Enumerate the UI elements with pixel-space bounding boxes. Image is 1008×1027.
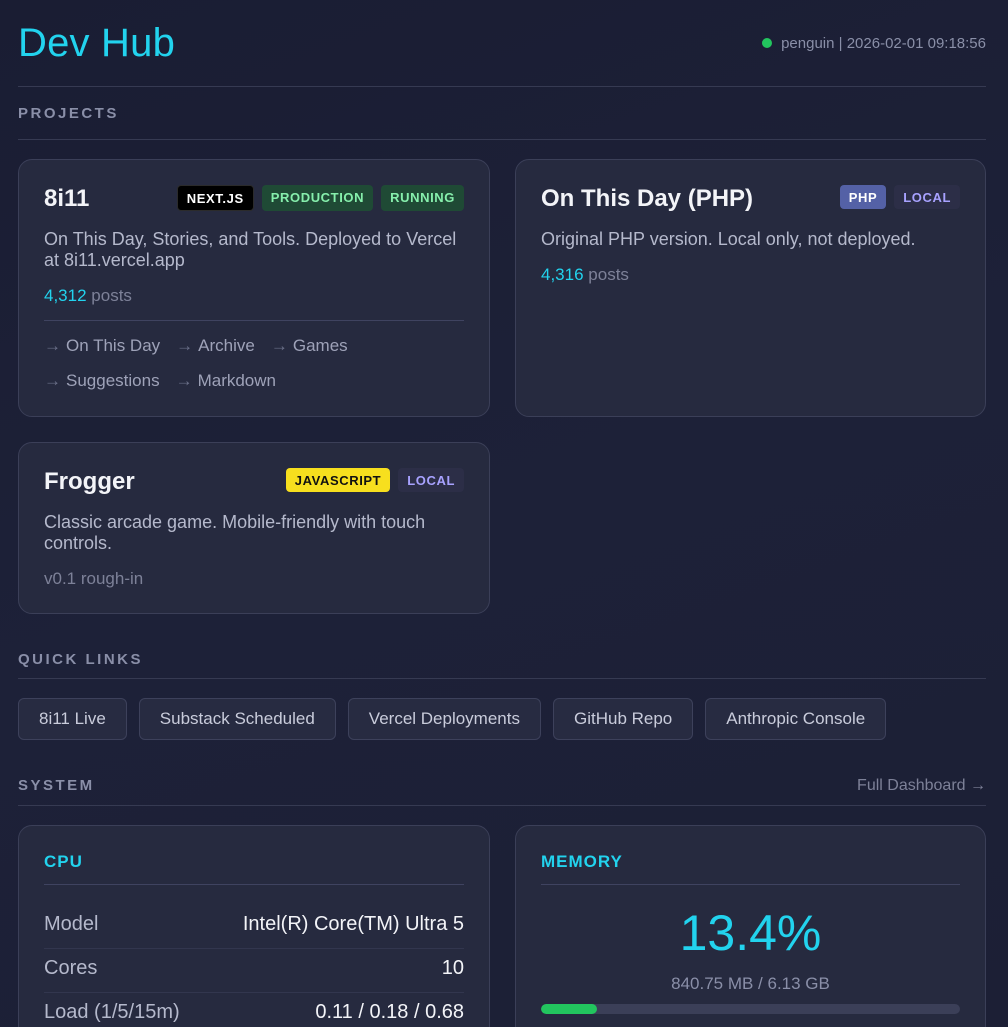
arrow-right-icon: →: [44, 371, 61, 390]
kv-value: Intel(R) Core(TM) Ultra 5: [242, 913, 464, 935]
cpu-card: CPU Model Intel(R) Core(TM) Ultra 5 Core…: [18, 825, 490, 1027]
link-on-this-day[interactable]: → On This Day: [44, 336, 160, 356]
project-links-row-1: → On This Day → Archive → Games: [44, 336, 348, 356]
badge-javascript: JAVASCRIPT: [285, 468, 391, 492]
quick-links-section-title: QUICK LINKS: [18, 650, 143, 668]
projects-section-head: PROJECTS: [18, 87, 986, 140]
kv-label: Cores: [44, 957, 98, 979]
project-title: 8i11: [44, 185, 90, 212]
arrow-right-icon: →: [270, 336, 288, 355]
quick-links-section-head: QUICK LINKS: [18, 640, 986, 679]
card-divider: [541, 884, 960, 885]
arrow-right-icon: →: [175, 371, 193, 390]
kv-value: 10: [441, 957, 464, 979]
project-badges: PHP LOCAL: [839, 185, 960, 209]
cpu-row-load: Load (1/5/15m) 0.11 / 0.18 / 0.68: [44, 1001, 464, 1027]
header: Dev Hub penguin | 2026-02-01 09:18:56: [18, 0, 986, 87]
cpu-row-cores: Cores 10: [44, 957, 464, 993]
badge-nextjs: NEXT.JS: [176, 185, 254, 211]
project-version: v0.1 rough-in: [44, 569, 144, 588]
quick-link-github-repo[interactable]: GitHub Repo: [552, 698, 694, 740]
project-posts: 4,312 posts: [44, 286, 132, 306]
arrow-right-icon: →: [44, 336, 61, 355]
project-title: On This Day (PHP): [541, 185, 754, 212]
system-section-title: SYSTEM: [18, 777, 95, 794]
link-archive[interactable]: → Archive: [176, 336, 255, 356]
kv-label: Model: [44, 913, 99, 935]
posts-count: 4,312: [44, 286, 87, 305]
card-divider: [44, 320, 464, 321]
page-title: Dev Hub: [18, 20, 176, 65]
quick-link-8i11-live[interactable]: 8i11 Live: [18, 698, 127, 740]
posts-label: posts: [91, 286, 132, 305]
project-description: Original PHP version. Local only, not de…: [541, 229, 916, 249]
link-suggestions[interactable]: → Suggestions: [44, 371, 160, 391]
project-description: On This Day, Stories, and Tools. Deploye…: [44, 229, 457, 270]
memory-percent: 13.4%: [679, 905, 822, 961]
badge-running: RUNNING: [381, 185, 464, 211]
posts-count: 4,316: [541, 265, 584, 284]
status-indicator: penguin | 2026-02-01 09:18:56: [762, 35, 986, 52]
link-markdown[interactable]: → Markdown: [176, 371, 276, 391]
project-description: Classic arcade game. Mobile-friendly wit…: [44, 512, 426, 553]
badge-local: LOCAL: [398, 468, 464, 492]
project-posts: 4,316 posts: [541, 265, 629, 285]
kv-value: 0.11 / 0.18 / 0.68: [315, 1001, 464, 1023]
link-games[interactable]: → Games: [271, 336, 348, 356]
project-card-on-this-day-php: On This Day (PHP) PHP LOCAL Original PHP…: [515, 159, 986, 417]
kv-label: Load (1/5/15m): [44, 1001, 180, 1023]
card-divider: [44, 884, 464, 885]
memory-card: MEMORY 13.4% 840.75 MB / 6.13 GB: [515, 825, 986, 1027]
arrow-right-icon: →: [176, 336, 194, 355]
online-dot-icon: [762, 38, 773, 48]
memory-usage-bar: [541, 1004, 960, 1014]
project-links-row-2: → Suggestions → Markdown: [44, 371, 276, 391]
badge-local: LOCAL: [894, 185, 960, 209]
project-badges: JAVASCRIPT LOCAL: [285, 468, 464, 492]
cpu-title: CPU: [44, 852, 83, 871]
badge-production: PRODUCTION: [261, 185, 374, 211]
project-badges: NEXT.JS PRODUCTION RUNNING: [176, 185, 464, 211]
quick-link-anthropic-console[interactable]: Anthropic Console: [705, 698, 887, 740]
project-title: Frogger: [44, 468, 135, 495]
quick-link-substack-scheduled[interactable]: Substack Scheduled: [138, 698, 336, 740]
memory-usage: 840.75 MB / 6.13 GB: [671, 974, 830, 993]
projects-section-title: PROJECTS: [18, 104, 119, 122]
project-card-8i11: 8i11 NEXT.JS PRODUCTION RUNNING On This …: [18, 159, 490, 417]
cpu-row-model: Model Intel(R) Core(TM) Ultra 5: [44, 913, 464, 949]
memory-title: MEMORY: [541, 852, 623, 871]
memory-usage-bar-fill: [541, 1004, 598, 1014]
badge-php: PHP: [839, 185, 887, 209]
status-text: penguin | 2026-02-01 09:18:56: [781, 34, 986, 52]
project-card-frogger: Frogger JAVASCRIPT LOCAL Classic arcade …: [18, 442, 490, 614]
dev-hub-page: Dev Hub penguin | 2026-02-01 09:18:56 PR…: [0, 0, 1008, 1027]
full-dashboard-link[interactable]: Full Dashboard →: [857, 777, 986, 795]
quick-link-vercel-deployments[interactable]: Vercel Deployments: [347, 698, 541, 740]
quick-links-row: 8i11 Live Substack Scheduled Vercel Depl…: [18, 698, 887, 740]
system-section-head: SYSTEM Full Dashboard →: [18, 766, 986, 806]
posts-label: posts: [588, 265, 629, 284]
